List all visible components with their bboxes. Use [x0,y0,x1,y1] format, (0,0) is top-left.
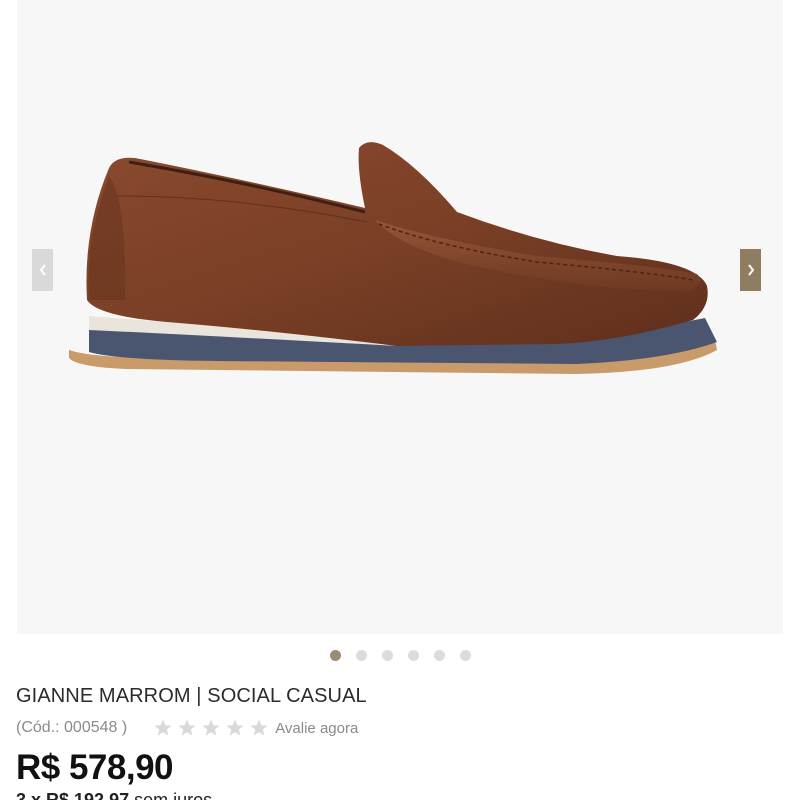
installment-amount: 3 x R$ 192,97 [16,790,130,800]
gallery-dot-6[interactable] [460,650,471,661]
gallery-prev-button[interactable] [32,249,53,291]
product-page: GIANNE MARROM | SOCIAL CASUAL (Cód.: 000… [0,0,800,800]
product-price: R$ 578,90 [16,748,174,787]
star-icon[interactable] [225,718,245,738]
gallery-dot-3[interactable] [382,650,393,661]
gallery-pagination [330,650,471,661]
installment-info: 3 x R$ 192,97 sem juros [16,790,212,800]
star-icon[interactable] [249,718,269,738]
installment-terms: sem juros [134,790,213,800]
product-code: (Cód.: 000548 ) [16,719,128,736]
gallery-dot-5[interactable] [434,650,445,661]
gallery-dot-4[interactable] [408,650,419,661]
product-meta-row: (Cód.: 000548 ) Avalie agora [16,718,358,738]
product-title: GIANNE MARROM | SOCIAL CASUAL [16,685,367,707]
chevron-left-icon [39,264,46,276]
product-image [69,142,717,374]
gallery-next-button[interactable] [740,249,761,291]
rate-now-link[interactable]: Avalie agora [275,720,358,737]
star-icon[interactable] [177,718,197,738]
star-icon[interactable] [201,718,221,738]
product-gallery[interactable] [17,0,783,634]
gallery-dot-1[interactable] [330,650,341,661]
rating-stars[interactable] [153,718,269,738]
chevron-right-icon [747,264,754,276]
gallery-dot-2[interactable] [356,650,367,661]
star-icon[interactable] [153,718,173,738]
